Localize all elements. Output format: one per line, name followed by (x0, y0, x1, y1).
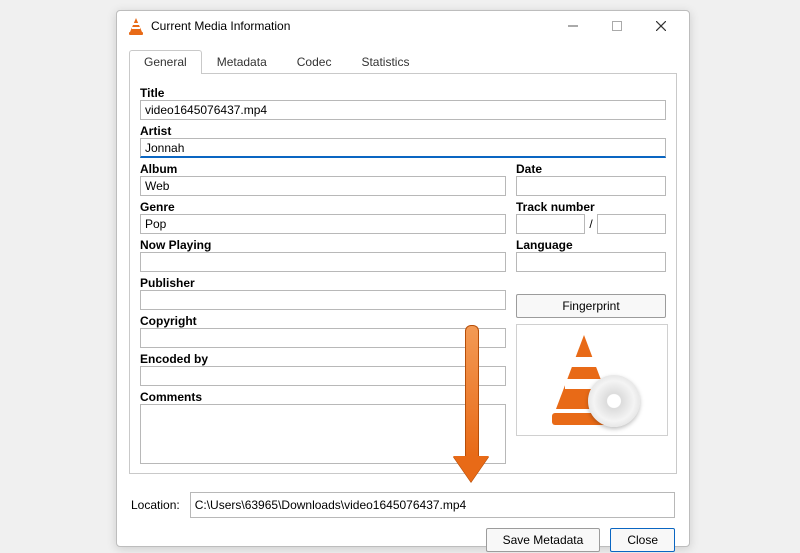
disc-icon (588, 375, 640, 427)
label-publisher: Publisher (140, 276, 506, 290)
tab-codec[interactable]: Codec (282, 50, 347, 74)
language-field[interactable] (516, 252, 666, 272)
album-art (516, 324, 668, 436)
minimize-icon (568, 21, 578, 31)
genre-field[interactable] (140, 214, 506, 234)
comments-field[interactable] (140, 404, 506, 464)
label-encoded-by: Encoded by (140, 352, 506, 366)
label-album: Album (140, 162, 506, 176)
close-icon (656, 21, 666, 31)
tab-metadata[interactable]: Metadata (202, 50, 282, 74)
save-metadata-button[interactable]: Save Metadata (486, 528, 601, 552)
footer: Save Metadata Close (117, 528, 675, 552)
media-info-window: Current Media Information General Metada… (116, 10, 690, 547)
label-language: Language (516, 238, 666, 252)
label-comments: Comments (140, 390, 506, 404)
close-button[interactable]: Close (610, 528, 675, 552)
location-row: Location: (131, 492, 675, 518)
label-title: Title (140, 86, 666, 100)
window-title: Current Media Information (151, 19, 290, 33)
maximize-icon (612, 21, 622, 31)
tab-general[interactable]: General (129, 50, 202, 74)
tab-bar: General Metadata Codec Statistics (129, 47, 677, 74)
label-artist: Artist (140, 124, 666, 138)
minimize-button[interactable] (551, 12, 595, 40)
album-field[interactable] (140, 176, 506, 196)
track-separator: / (589, 217, 592, 231)
fingerprint-button[interactable]: Fingerprint (516, 294, 666, 318)
encoded-by-field[interactable] (140, 366, 506, 386)
artist-field[interactable] (140, 138, 666, 158)
title-field[interactable] (140, 100, 666, 120)
label-track-number: Track number (516, 200, 666, 214)
date-field[interactable] (516, 176, 666, 196)
vlc-cone-icon (127, 17, 145, 35)
location-field[interactable] (190, 492, 675, 518)
titlebar: Current Media Information (117, 11, 689, 41)
maximize-button[interactable] (595, 12, 639, 40)
copyright-field[interactable] (140, 328, 506, 348)
publisher-field[interactable] (140, 290, 506, 310)
now-playing-field[interactable] (140, 252, 506, 272)
general-panel: Title Artist Album Date Genre Track numb… (129, 74, 677, 474)
label-now-playing: Now Playing (140, 238, 506, 252)
tab-statistics[interactable]: Statistics (346, 50, 424, 74)
label-copyright: Copyright (140, 314, 506, 328)
track-total-field[interactable] (597, 214, 666, 234)
label-date: Date (516, 162, 666, 176)
close-window-button[interactable] (639, 12, 683, 40)
vlc-cone-large-icon (552, 335, 632, 425)
label-genre: Genre (140, 200, 506, 214)
track-number-field[interactable] (516, 214, 585, 234)
label-location: Location: (131, 498, 180, 512)
